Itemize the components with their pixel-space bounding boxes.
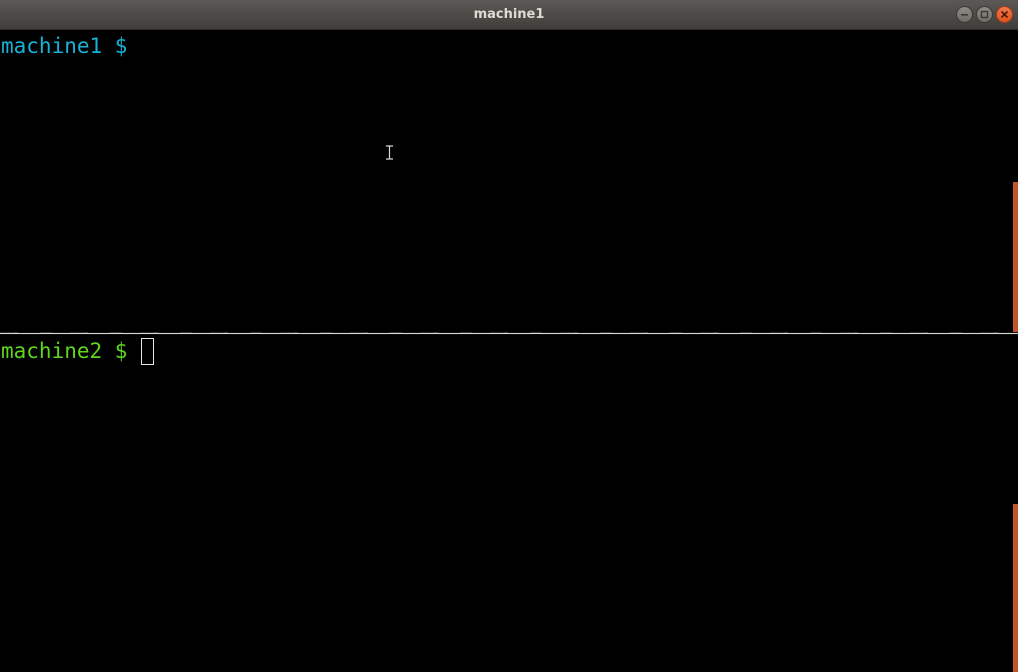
close-icon bbox=[1000, 10, 1009, 19]
close-button[interactable] bbox=[996, 6, 1013, 23]
divider-line bbox=[0, 333, 1018, 334]
text-cursor bbox=[141, 337, 155, 365]
title-bar[interactable]: machine1 bbox=[0, 0, 1018, 30]
ibeam-cursor-icon bbox=[386, 145, 393, 160]
shell-prompt-machine1: machine1 $ bbox=[1, 34, 141, 58]
prompt-line-machine1: machine1 $ bbox=[1, 31, 140, 61]
scrollbar-machine1[interactable] bbox=[1013, 182, 1018, 332]
terminal-pane-machine2[interactable]: machine2 $ bbox=[0, 335, 1013, 672]
maximize-button[interactable] bbox=[976, 6, 993, 23]
scrollbar-machine2[interactable] bbox=[1013, 504, 1018, 672]
shell-prompt-machine2: machine2 $ bbox=[1, 339, 141, 363]
window-title: machine1 bbox=[473, 7, 545, 22]
terminal-pane-machine1[interactable]: machine1 $ bbox=[0, 30, 1013, 332]
terminal-window: machine1 machine1 $ machine2 $ bbox=[0, 0, 1018, 672]
window-controls bbox=[956, 6, 1013, 24]
minimize-icon bbox=[961, 14, 968, 16]
minimize-button[interactable] bbox=[956, 6, 973, 23]
prompt-line-machine2: machine2 $ bbox=[1, 336, 155, 366]
maximize-icon bbox=[980, 10, 989, 19]
